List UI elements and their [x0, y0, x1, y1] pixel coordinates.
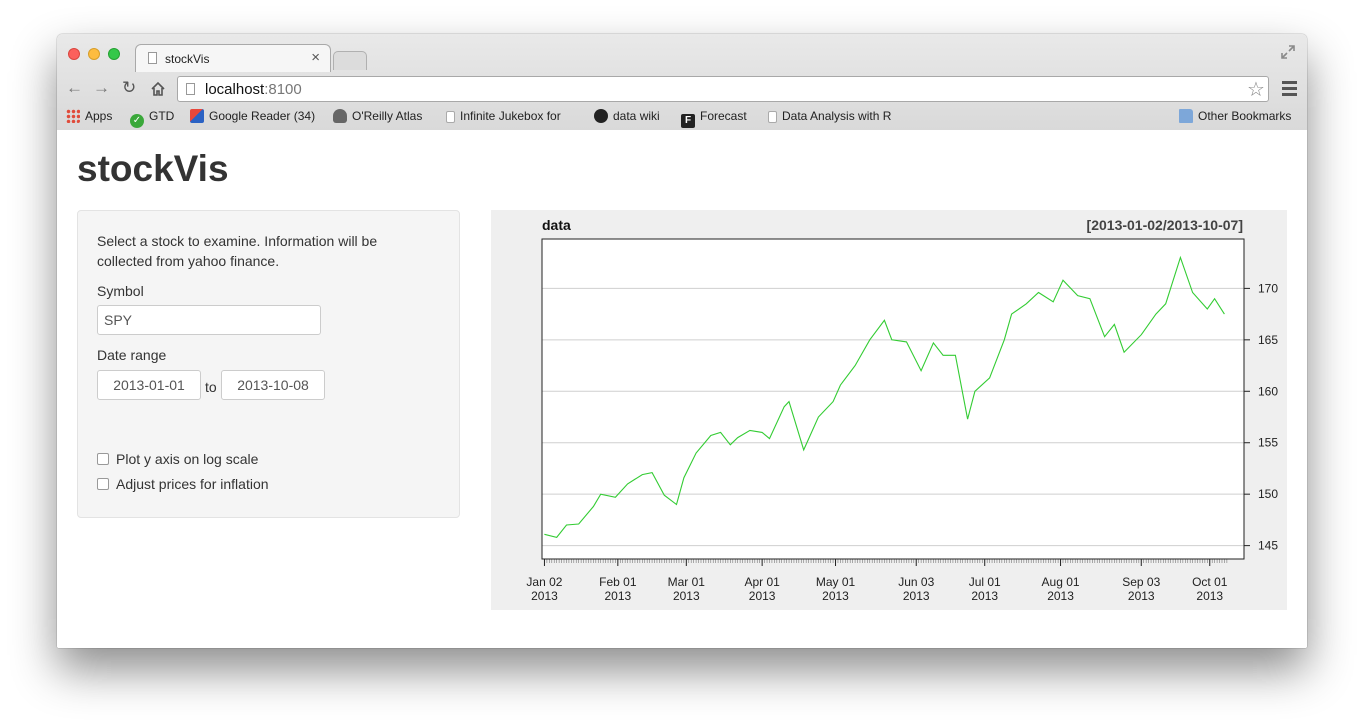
checkbox-box[interactable] [97, 453, 109, 465]
x-tick-label: Feb 01 [599, 575, 637, 589]
browser-window: stockVis × ← → ↻ localhost:8100 ☆ Apps ✓… [57, 34, 1307, 648]
date-to-input[interactable]: 2013-10-08 [221, 370, 325, 400]
zoom-window-button[interactable] [108, 48, 120, 60]
sidebar-panel: Select a stock to examine. Information w… [77, 210, 460, 518]
menu-icon[interactable] [1282, 81, 1297, 99]
page-icon [186, 83, 195, 95]
tab-close-icon[interactable]: × [311, 49, 320, 66]
bookmark-google-reader[interactable]: Google Reader (34) [190, 109, 315, 123]
close-window-button[interactable] [68, 48, 80, 60]
symbol-input[interactable]: SPY [97, 305, 321, 335]
log-scale-checkbox[interactable]: Plot y axis on log scale [97, 451, 258, 467]
x-tick-label: 2013 [822, 589, 849, 603]
x-tick-label: Sep 03 [1122, 575, 1160, 589]
date-separator: to [205, 379, 217, 395]
x-tick-label: Aug 01 [1042, 575, 1080, 589]
x-tick-label: Jul 01 [969, 575, 1001, 589]
back-icon[interactable]: ← [66, 78, 83, 98]
x-tick-label: Apr 01 [744, 575, 780, 589]
browser-chrome: stockVis × ← → ↻ localhost:8100 ☆ Apps ✓… [57, 34, 1307, 131]
x-tick-label: 2013 [749, 589, 776, 603]
x-tick-label: 2013 [1196, 589, 1223, 603]
plot-area [542, 239, 1244, 559]
atlas-icon [333, 109, 347, 123]
address-bar[interactable]: localhost:8100 [177, 76, 1269, 102]
bookmark-gtd[interactable]: ✓ GTD [130, 109, 174, 128]
page-title: stockVis [77, 148, 229, 189]
date-range-label: Date range [97, 347, 167, 363]
y-tick-label: 145 [1258, 539, 1278, 553]
stock-chart: 145150155160165170Jan 022013Feb 012013Ma… [526, 238, 1278, 603]
x-tick-label: Mar 01 [668, 575, 706, 589]
check-icon: ✓ [130, 114, 144, 128]
y-tick-label: 160 [1258, 384, 1278, 398]
x-tick-label: 2013 [673, 589, 700, 603]
bookmark-apps[interactable]: Apps [66, 109, 112, 123]
x-tick-label: 2013 [1047, 589, 1074, 603]
url-text: localhost:8100 [205, 81, 302, 98]
minimize-window-button[interactable] [88, 48, 100, 60]
checkbox-box[interactable] [97, 478, 109, 490]
new-tab-button[interactable] [333, 51, 367, 70]
x-tick-label: 2013 [604, 589, 631, 603]
symbol-label: Symbol [97, 283, 144, 299]
reload-icon[interactable]: ↻ [122, 78, 136, 98]
y-tick-label: 170 [1258, 281, 1278, 295]
other-bookmarks[interactable]: Other Bookmarks [1179, 109, 1291, 123]
bookmark-forecast[interactable]: F Forecast [681, 109, 747, 128]
bookmark-star-icon[interactable]: ☆ [1247, 77, 1265, 102]
x-tick-label: Jan 02 [526, 575, 562, 589]
x-tick-label: Jun 03 [898, 575, 934, 589]
apps-icon [66, 109, 80, 123]
bookmark-data-wiki[interactable]: data wiki [594, 109, 660, 123]
github-icon [594, 109, 608, 123]
tab-title: stockVis [165, 52, 210, 66]
page-icon [768, 111, 777, 123]
x-tick-label: 2013 [971, 589, 998, 603]
browser-tab[interactable]: stockVis × [135, 44, 331, 72]
x-tick-label: May 01 [816, 575, 856, 589]
plot-output: data [2013-01-02/2013-10-07] 145 150 155 16… [491, 210, 1287, 610]
bookmark-infinite-jukebox[interactable]: Infinite Jukebox for [446, 109, 580, 123]
forecast-icon: F [681, 114, 695, 128]
home-icon[interactable] [150, 81, 166, 97]
bookmark-data-analysis-r[interactable]: Data Analysis with R [768, 109, 902, 123]
y-tick-label: 150 [1258, 487, 1278, 501]
x-tick-label: 2013 [531, 589, 558, 603]
bookmarks-bar: Apps ✓ GTD Google Reader (34) O'Reilly At… [57, 106, 1307, 128]
forward-icon[interactable]: → [93, 78, 110, 98]
help-text: Select a stock to examine. Information w… [97, 233, 378, 269]
page-content: stockVis Select a stock to examine. Info… [57, 130, 1307, 648]
inflation-checkbox[interactable]: Adjust prices for inflation [97, 476, 269, 492]
x-tick-label: Oct 01 [1192, 575, 1228, 589]
x-tick-label: 2013 [1128, 589, 1155, 603]
y-tick-label: 155 [1258, 436, 1278, 450]
y-tick-label: 165 [1258, 333, 1278, 347]
fullscreen-icon[interactable] [1279, 43, 1297, 61]
folder-icon [1179, 109, 1193, 123]
page-icon [446, 111, 455, 123]
page-icon [148, 52, 157, 64]
x-tick-label: 2013 [903, 589, 930, 603]
date-from-input[interactable]: 2013-01-01 [97, 370, 201, 400]
reader-icon [190, 109, 204, 123]
bookmark-oreilly-atlas[interactable]: O'Reilly Atlas [333, 109, 422, 123]
